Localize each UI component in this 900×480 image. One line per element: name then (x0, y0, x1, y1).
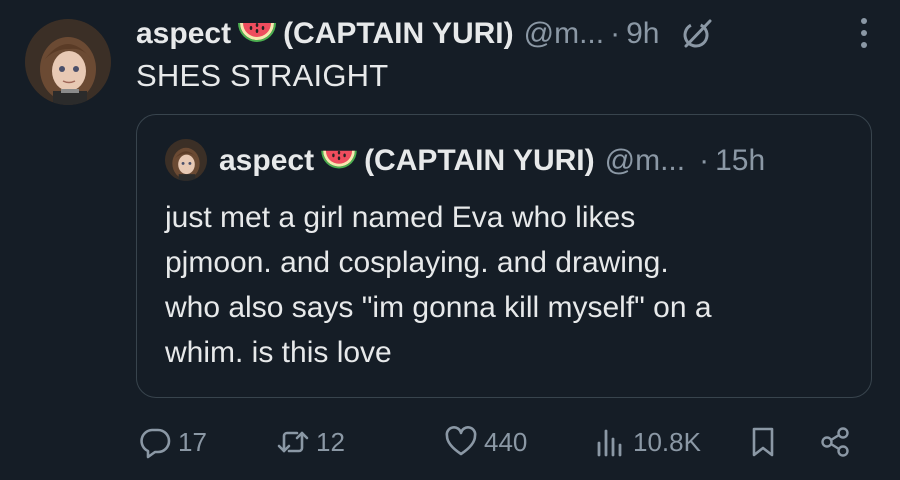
reply-icon (138, 425, 172, 459)
tweet-text: SHES STRAIGHT (136, 58, 389, 93)
views-count: 10.8K (633, 426, 701, 457)
share-icon (818, 425, 852, 459)
reply-button[interactable]: 17 (138, 418, 207, 466)
quoted-tweet-timestamp: 15h (715, 144, 766, 177)
quoted-tweet-line: whim. is this love (165, 336, 392, 369)
quoted-author-name: aspect (219, 144, 315, 177)
tweet-header: aspect (CAPTAIN YURI) @m... · 9h (136, 12, 715, 56)
share-button[interactable] (818, 418, 852, 466)
separator-dot: · (699, 144, 710, 177)
quoted-tweet-header: aspect (CAPTAIN YURI) @m... · 15h (219, 139, 765, 183)
grok-icon[interactable] (679, 16, 715, 52)
author-name[interactable]: aspect (136, 17, 231, 51)
author-handle[interactable]: @m... (524, 17, 604, 51)
like-button[interactable]: 440 (444, 418, 527, 466)
quoted-tweet-line: pjmoon. and cosplaying. and drawing. (165, 246, 669, 279)
retweet-button[interactable]: 12 (276, 418, 345, 466)
bookmark-button[interactable] (746, 418, 780, 466)
quoted-tweet-card[interactable]: aspect (CAPTAIN YURI) @m... · 15h just m… (136, 114, 872, 398)
watermelon-icon (320, 147, 358, 175)
retweet-count: 12 (316, 426, 345, 457)
quoted-tweet-text: just met a girl named Eva who likes pjmo… (165, 195, 855, 375)
tweet-action-bar: 17 12 440 10.8K (138, 418, 878, 466)
author-name-suffix[interactable]: (CAPTAIN YURI) (283, 17, 514, 51)
author-avatar[interactable] (25, 19, 111, 105)
quoted-author-handle: @m... (604, 144, 686, 177)
views-button[interactable]: 10.8K (593, 418, 701, 466)
tweet-timestamp[interactable]: 9h (626, 17, 659, 51)
quoted-author-avatar (165, 139, 207, 181)
like-count: 440 (484, 426, 528, 457)
quoted-tweet-line: who also says "im gonna kill myself" on … (165, 291, 712, 324)
watermelon-icon (237, 19, 277, 49)
views-icon (593, 425, 627, 459)
heart-icon (444, 425, 478, 459)
quoted-tweet-line: just met a girl named Eva who likes (165, 201, 636, 234)
bookmark-icon (746, 425, 780, 459)
more-icon[interactable] (858, 18, 870, 52)
reply-count: 17 (178, 426, 207, 457)
separator-dot: · (610, 17, 621, 50)
retweet-icon (276, 425, 310, 459)
quoted-author-name-suffix: (CAPTAIN YURI) (364, 144, 595, 177)
